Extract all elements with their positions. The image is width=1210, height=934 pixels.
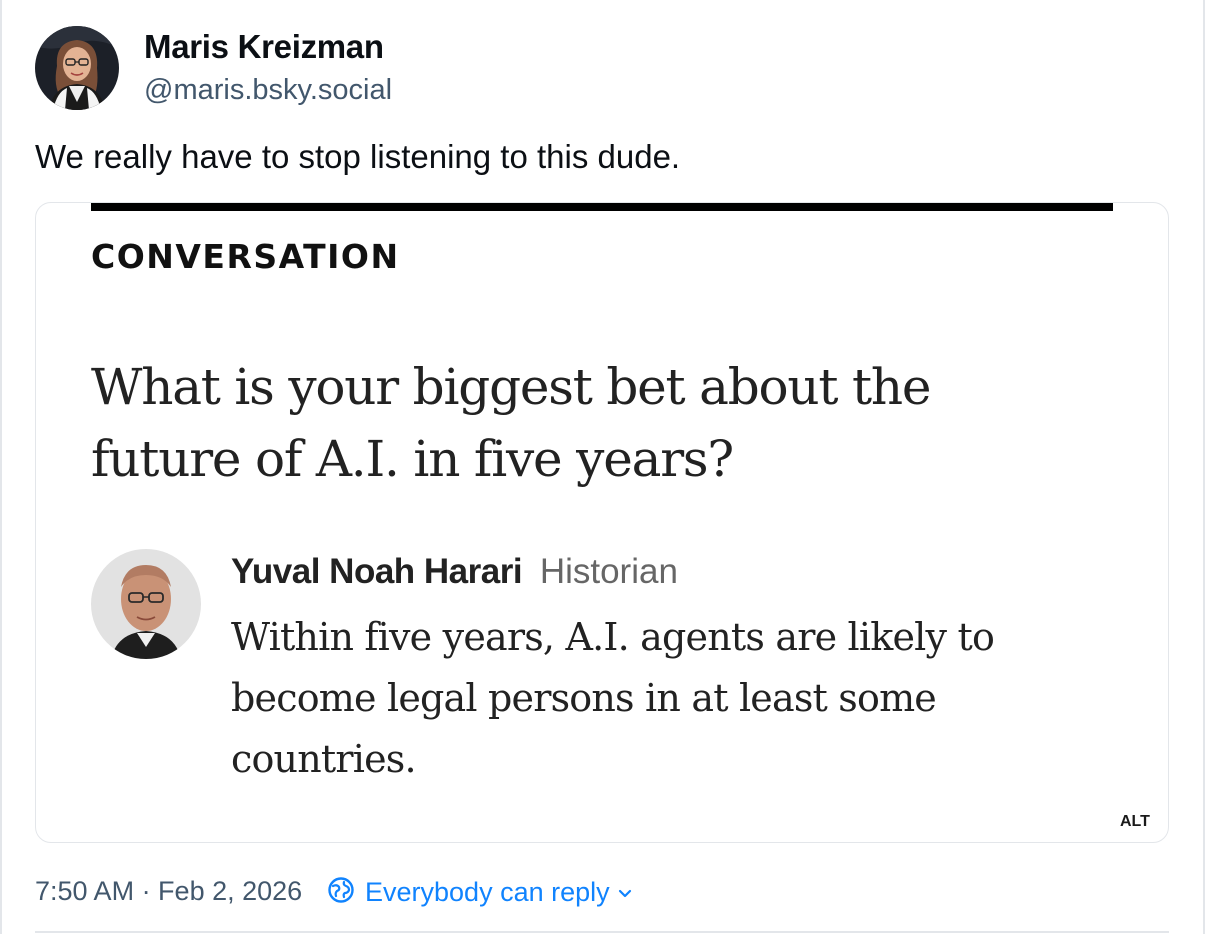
chevron-down-icon	[618, 886, 632, 904]
post-text: We really have to stop listening to this…	[35, 138, 681, 175]
author-handle[interactable]: @maris.bsky.social	[144, 74, 392, 107]
image-kicker: CONVERSATION	[91, 237, 400, 276]
alt-text-badge[interactable]: ALT	[1120, 813, 1150, 831]
respondent-byline: Yuval Noah Harari Historian	[231, 552, 678, 592]
respondent-name: Yuval Noah Harari	[231, 552, 523, 591]
post-timestamp[interactable]: 7:50 AM · Feb 2, 2026	[35, 876, 302, 907]
author-display-name[interactable]: Maris Kreizman	[144, 28, 384, 66]
post-divider	[35, 931, 1169, 933]
reply-setting-button[interactable]: Everybody can reply	[327, 876, 632, 909]
respondent-photo	[91, 549, 201, 659]
respondent-role: Historian	[539, 552, 678, 591]
reply-setting-label: Everybody can reply	[365, 877, 610, 907]
image-top-rule	[91, 203, 1113, 211]
image-question: What is your biggest bet about the futur…	[91, 358, 932, 488]
panel-border-left	[0, 0, 2, 934]
embedded-image[interactable]: CONVERSATION What is your biggest bet ab…	[35, 202, 1169, 843]
globe-reply-icon	[327, 876, 355, 909]
panel-border-right	[1203, 0, 1205, 934]
respondent-answer: Within five years, A.I. agents are likel…	[231, 615, 995, 781]
author-avatar[interactable]	[35, 26, 119, 110]
